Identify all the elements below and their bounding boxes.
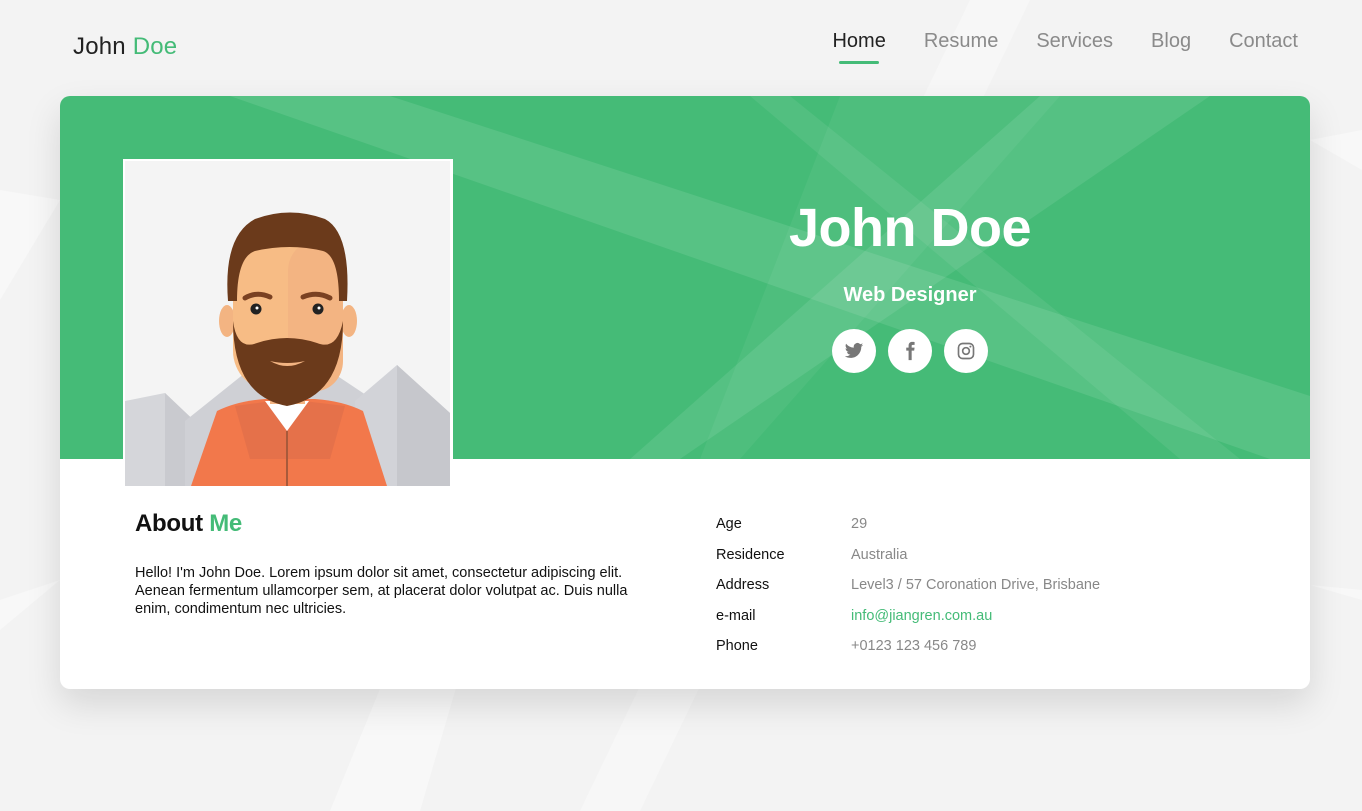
logo-last-name: Doe	[132, 33, 178, 60]
facebook-icon	[906, 341, 915, 361]
hero-name: John Doe	[788, 198, 1032, 258]
twitter-icon	[844, 343, 864, 358]
profile-photo	[123, 159, 453, 486]
hero-text: John Doe Web Designer	[660, 196, 1160, 373]
about-heading-main: About	[135, 510, 203, 537]
avatar-illustration	[125, 161, 450, 486]
info-row-address: Address Level3 / 57 Coronation Drive, Br…	[716, 570, 1100, 601]
info-label: Address	[716, 577, 770, 594]
info-value: Australia	[851, 546, 908, 563]
instagram-icon	[957, 342, 975, 360]
info-label: e-mail	[716, 607, 756, 624]
nav-item-contact[interactable]: Contact	[1229, 30, 1298, 63]
site-header: John Doe Home Resume Services Blog Conta…	[0, 0, 1362, 90]
info-label: Age	[716, 516, 742, 533]
profile-card: John Doe Web Designer About Me Hello! I'…	[60, 96, 1310, 689]
site-logo[interactable]: John Doe	[73, 33, 177, 61]
nav-item-blog[interactable]: Blog	[1151, 30, 1191, 63]
nav-item-services[interactable]: Services	[1036, 30, 1113, 63]
hero-job-title: Web Designer	[843, 284, 977, 306]
about-heading-accent: Me	[209, 510, 242, 537]
info-row-phone: Phone +0123 123 456 789	[716, 631, 1100, 662]
info-row-email: e-mail info@jiangren.com.au	[716, 601, 1100, 632]
info-label: Phone	[716, 638, 758, 655]
info-row-residence: Residence Australia	[716, 540, 1100, 571]
facebook-button[interactable]	[888, 329, 932, 373]
email-link[interactable]: info@jiangren.com.au	[851, 608, 992, 624]
twitter-button[interactable]	[832, 329, 876, 373]
logo-first-name: John	[73, 33, 126, 60]
about-text: Hello! I'm John Doe. Lorem ipsum dolor s…	[135, 565, 628, 617]
personal-info: Age 29 Residence Australia Address Level…	[716, 509, 1100, 662]
info-label: Residence	[716, 546, 785, 563]
social-links	[660, 329, 1160, 373]
main-nav: Home Resume Services Blog Contact	[832, 30, 1298, 64]
nav-item-home[interactable]: Home	[832, 30, 886, 64]
nav-item-resume[interactable]: Resume	[924, 30, 998, 63]
instagram-button[interactable]	[944, 329, 988, 373]
info-value: +0123 123 456 789	[851, 638, 977, 655]
info-value: Level3 / 57 Coronation Drive, Brisbane	[851, 577, 1101, 594]
about-heading: About Me	[135, 510, 242, 538]
info-value: 29	[851, 516, 868, 533]
info-row-age: Age 29	[716, 509, 1100, 540]
